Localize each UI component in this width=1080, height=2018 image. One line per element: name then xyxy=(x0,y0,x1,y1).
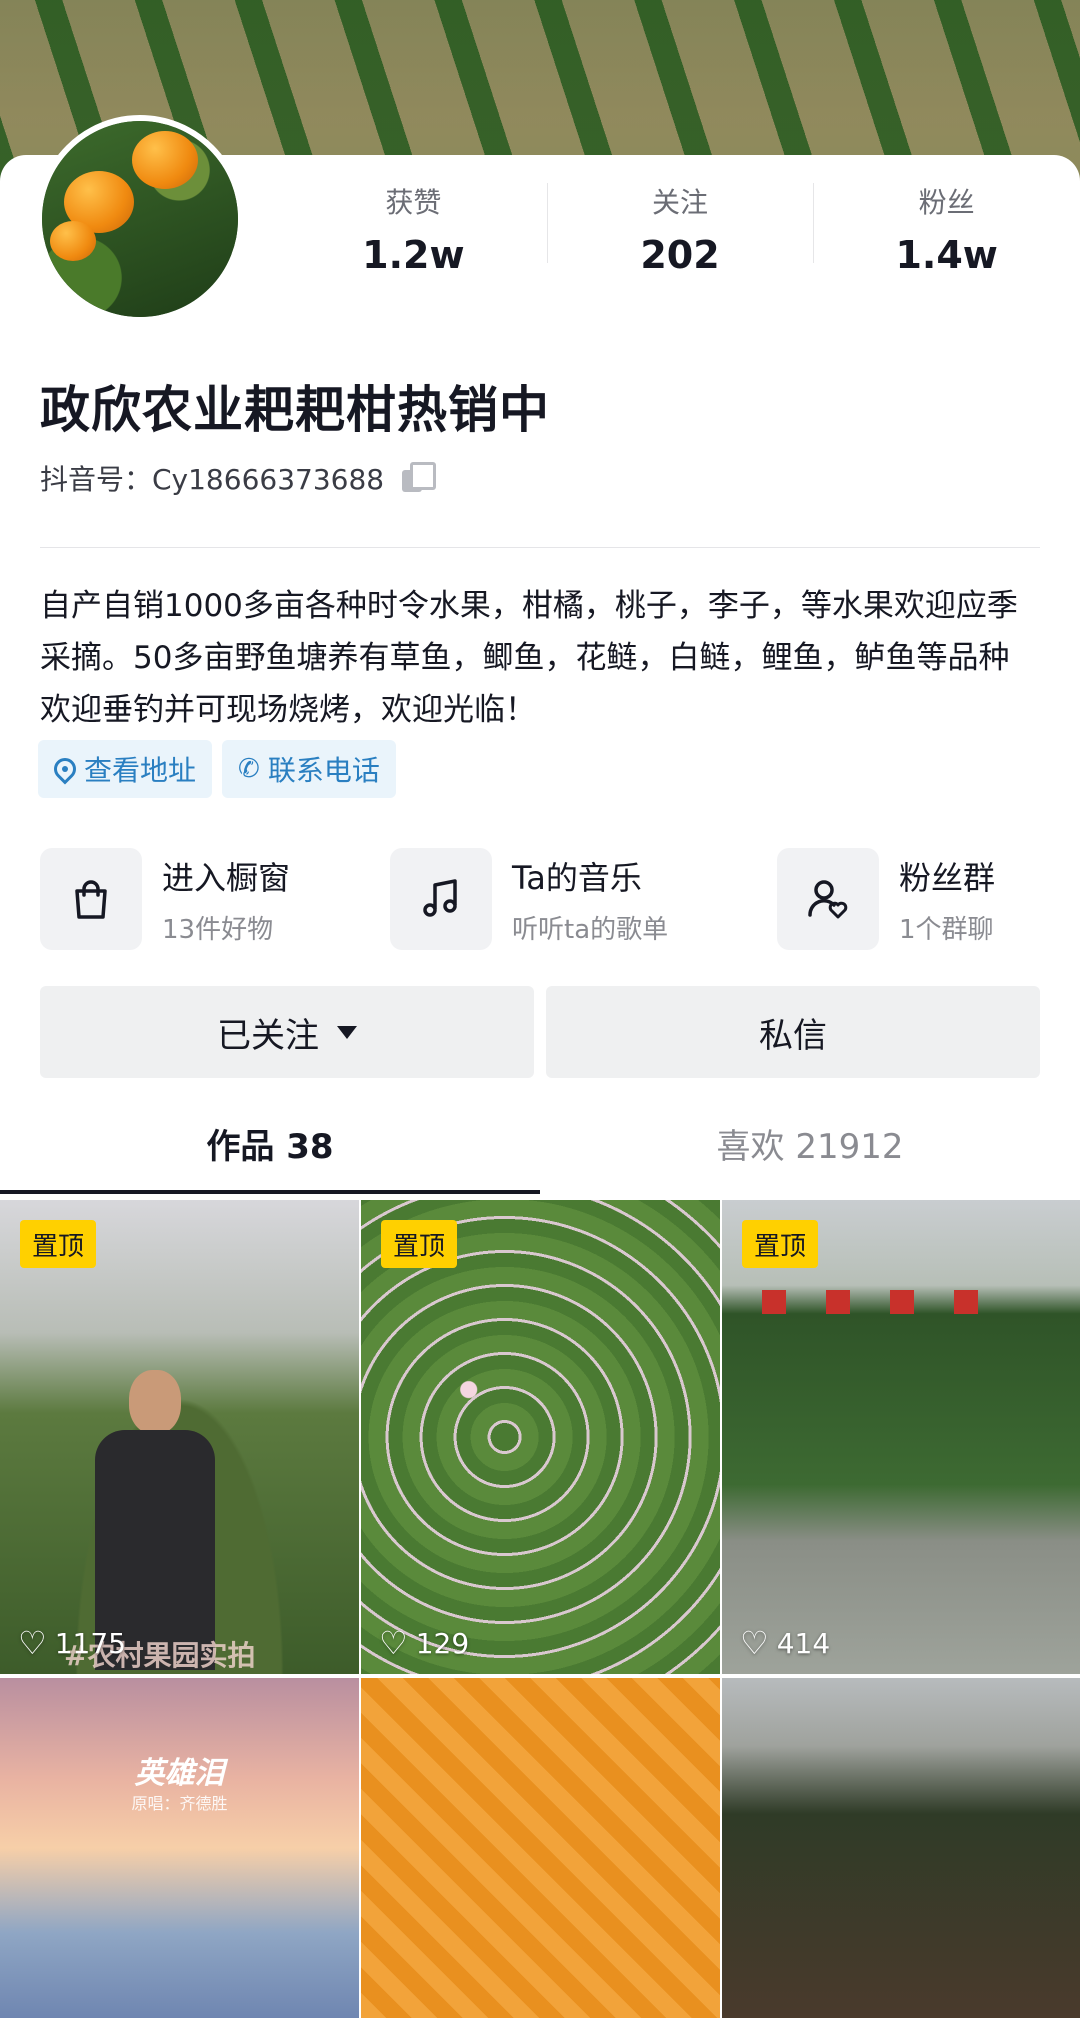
avatar-orange xyxy=(132,131,198,189)
tab-works[interactable]: 作品 38 xyxy=(0,1092,540,1194)
stat-label: 获赞 xyxy=(385,186,442,219)
caret-down-icon xyxy=(337,1025,357,1039)
stat-value: 1.2w xyxy=(362,233,465,277)
feature-title: Ta的音乐 xyxy=(512,858,642,897)
heart-icon: ♡ xyxy=(18,1624,47,1662)
feature-title: 进入橱窗 xyxy=(162,858,291,897)
followed-label: 已关注 xyxy=(217,1015,319,1056)
location-pin-icon xyxy=(49,753,81,785)
feature-text: 进入橱窗 13件好物 xyxy=(162,853,290,946)
contact-chips: 查看地址 ✆ 联系电话 xyxy=(38,740,396,798)
video-thumbnail[interactable]: 置顶 ♡ 129 xyxy=(361,1200,720,1674)
avatar[interactable] xyxy=(36,115,244,323)
message-label: 私信 xyxy=(759,1015,827,1056)
profile-stats: 获赞 1.2w 关注 202 粉丝 1.4w xyxy=(280,175,1080,285)
like-count: 414 xyxy=(776,1626,831,1660)
feature-fan-group[interactable]: 粉丝群 1个群聊 xyxy=(777,848,995,950)
red-signs xyxy=(762,1290,978,1314)
feature-music[interactable]: Ta的音乐 听听ta的歌单 xyxy=(390,848,668,950)
stat-following[interactable]: 关注 202 xyxy=(546,175,814,285)
video-thumbnail[interactable] xyxy=(361,1678,720,2018)
chip-label: 查看地址 xyxy=(84,754,197,787)
divider xyxy=(40,547,1040,548)
stat-value: 1.4w xyxy=(895,233,998,277)
song-subtitle: 原唱：齐德胜 xyxy=(131,1794,228,1813)
feature-text: 粉丝群 1个群聊 xyxy=(899,853,995,946)
video-likes: ♡ 1175 xyxy=(18,1624,126,1662)
followed-button[interactable]: 已关注 xyxy=(40,986,534,1078)
feature-shop-window[interactable]: 进入橱窗 13件好物 xyxy=(40,848,290,950)
video-grid: 置顶 #农村果园实拍 ♡ 1175 置顶 ♡ 129 置顶 ♡ 414 英雄泪 … xyxy=(0,1200,1080,2018)
avatar-orange xyxy=(50,221,96,261)
heart-icon: ♡ xyxy=(740,1624,769,1662)
phone-icon: ✆ xyxy=(238,754,260,784)
pinned-badge: 置顶 xyxy=(20,1220,97,1268)
chip-label: 联系电话 xyxy=(267,754,380,787)
action-buttons: 已关注 私信 xyxy=(40,986,1040,1078)
tab-underline xyxy=(0,1190,540,1194)
contact-phone-chip[interactable]: ✆ 联系电话 xyxy=(222,740,396,798)
music-note-icon xyxy=(390,848,492,950)
stat-likes[interactable]: 获赞 1.2w xyxy=(280,175,547,285)
pinned-badge: 置顶 xyxy=(742,1220,819,1268)
pinned-badge: 置顶 xyxy=(381,1220,458,1268)
heart-icon: ♡ xyxy=(379,1624,408,1662)
douyin-id: 抖音号：Cy18666373688 xyxy=(40,463,385,496)
video-thumbnail[interactable] xyxy=(722,1678,1080,2018)
like-count: 1175 xyxy=(54,1626,126,1660)
stat-value: 202 xyxy=(640,233,720,277)
video-thumbnail[interactable]: 置顶 ♡ 414 xyxy=(722,1200,1080,1674)
video-likes: ♡ 414 xyxy=(740,1624,830,1662)
video-thumbnail[interactable]: 英雄泪 原唱：齐德胜 xyxy=(0,1678,359,2018)
tab-likes[interactable]: 喜欢 21912 xyxy=(540,1092,1080,1194)
profile-name: 政欣农业耙耙柑热销中 xyxy=(40,381,550,439)
feature-text: Ta的音乐 听听ta的歌单 xyxy=(512,853,668,946)
fan-group-icon xyxy=(777,848,879,950)
stat-followers[interactable]: 粉丝 1.4w xyxy=(813,175,1080,285)
stat-label: 关注 xyxy=(652,186,709,219)
content-tabs: 作品 38 喜欢 21912 xyxy=(0,1092,1080,1194)
message-button[interactable]: 私信 xyxy=(546,986,1040,1078)
stat-label: 粉丝 xyxy=(918,186,975,219)
feature-title: 粉丝群 xyxy=(899,858,996,897)
view-address-chip[interactable]: 查看地址 xyxy=(38,740,213,798)
feature-subtitle: 1个群聊 xyxy=(899,914,994,945)
copy-icon[interactable] xyxy=(400,462,437,494)
profile-bio: 自产自销1000多亩各种时令水果，柑橘，桃子，李子，等水果欢迎应季采摘。50多亩… xyxy=(40,588,1018,728)
feature-row: 进入橱窗 13件好物 Ta的音乐 听听ta的歌单 粉丝群 1个群聊 xyxy=(40,848,1050,952)
like-count: 129 xyxy=(415,1626,470,1660)
douyin-id-row: 抖音号：Cy18666373688 xyxy=(40,458,437,498)
feature-subtitle: 听听ta的歌单 xyxy=(512,914,669,945)
shopping-bag-icon xyxy=(40,848,142,950)
song-title: 英雄泪 xyxy=(134,1756,225,1791)
video-likes: ♡ 129 xyxy=(379,1624,469,1662)
video-thumbnail[interactable]: 置顶 #农村果园实拍 ♡ 1175 xyxy=(0,1200,359,1674)
feature-subtitle: 13件好物 xyxy=(162,914,274,945)
